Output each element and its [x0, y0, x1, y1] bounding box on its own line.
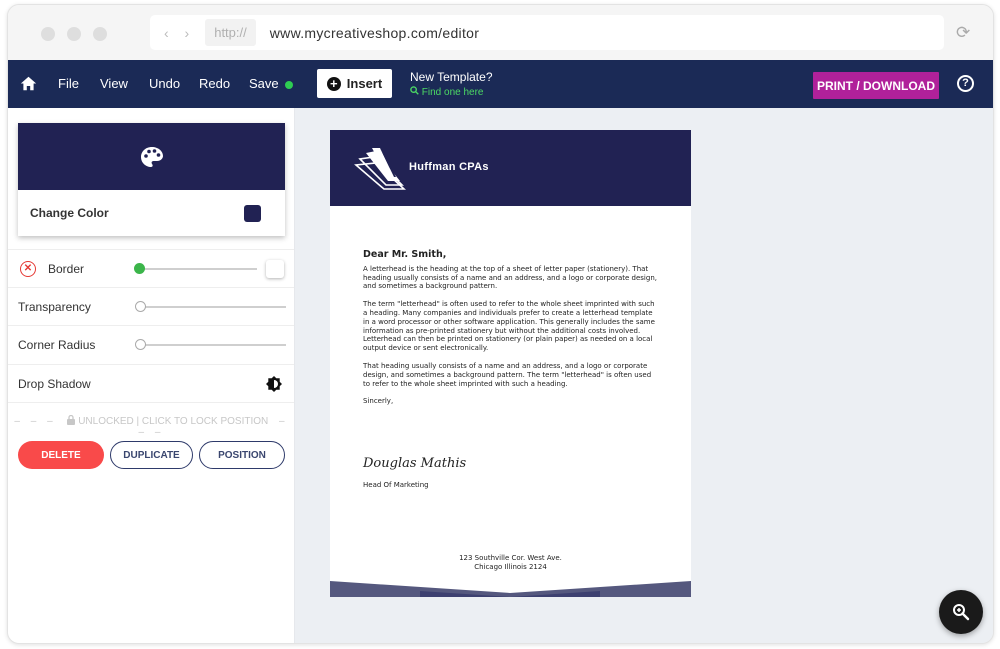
border-slider[interactable]	[139, 268, 257, 270]
url-protocol: http://	[205, 19, 256, 46]
browser-window: ‹ › http:// www.mycreativeshop.com/edito…	[7, 4, 994, 644]
menu-file[interactable]: File	[58, 76, 79, 91]
corner-radius-slider-handle[interactable]	[135, 339, 146, 350]
new-template-prompt: New Template? Find one here	[410, 70, 493, 98]
letter-paragraph[interactable]: That heading usually consists of a name …	[363, 362, 659, 388]
current-color-swatch[interactable]	[244, 204, 261, 222]
change-color-card[interactable]: Change Color	[18, 123, 285, 236]
drop-shadow-toggle-icon[interactable]	[266, 376, 282, 392]
menu-view[interactable]: View	[100, 76, 128, 91]
transparency-row: Transparency	[8, 287, 294, 325]
address-line-2: Chicago Illinois 2124	[474, 563, 547, 571]
divider	[8, 402, 294, 403]
border-slider-handle[interactable]	[134, 263, 145, 274]
window-maximize-dot[interactable]	[93, 27, 107, 41]
border-color-swatch[interactable]	[266, 260, 284, 278]
menu-undo[interactable]: Undo	[149, 76, 180, 91]
change-color-label: Change Color	[30, 206, 109, 220]
corner-radius-row: Corner Radius	[8, 325, 294, 363]
help-icon[interactable]: ?	[957, 75, 974, 92]
zoom-in-icon	[953, 604, 970, 621]
signature[interactable]: Douglas Mathis	[363, 456, 466, 471]
editor-toolbar: File View Undo Redo Save + Insert New Te…	[8, 60, 993, 108]
letterhead-footer-band[interactable]	[330, 581, 691, 597]
drop-shadow-label: Drop Shadow	[18, 376, 91, 391]
print-download-button[interactable]: PRINT / DOWNLOAD	[813, 72, 939, 99]
menu-redo[interactable]: Redo	[199, 76, 230, 91]
corner-radius-slider[interactable]	[140, 344, 286, 346]
back-forward-icon[interactable]: ‹ ›	[164, 25, 195, 41]
company-logo-icon[interactable]	[354, 147, 406, 191]
transparency-label: Transparency	[18, 299, 91, 314]
palette-icon	[140, 146, 163, 167]
url-text[interactable]: www.mycreativeshop.com/editor	[270, 25, 479, 41]
find-template-link[interactable]: Find one here	[410, 86, 493, 98]
change-color-row[interactable]: Change Color	[18, 190, 285, 236]
company-address[interactable]: 123 Southville Cor. West Ave. Chicago Il…	[330, 554, 691, 572]
menu-save[interactable]: Save	[249, 76, 293, 91]
border-row: ✕ Border	[8, 249, 294, 287]
transparency-slider-handle[interactable]	[135, 301, 146, 312]
letter-greeting[interactable]: Dear Mr. Smith,	[363, 250, 659, 260]
address-line-1: 123 Southville Cor. West Ave.	[459, 554, 562, 562]
corner-radius-label: Corner Radius	[18, 337, 96, 352]
letterhead-header[interactable]: Huffman CPAs	[330, 130, 691, 206]
zoom-button[interactable]	[939, 590, 983, 634]
duplicate-button[interactable]: DUPLICATE	[110, 441, 193, 469]
editor-canvas: Huffman CPAs Dear Mr. Smith, A letterhea…	[295, 108, 993, 643]
letter-paragraph[interactable]: A letterhead is the heading at the top o…	[363, 265, 659, 291]
address-bar[interactable]: ‹ › http:// www.mycreativeshop.com/edito…	[150, 15, 944, 50]
color-preview[interactable]	[18, 123, 285, 190]
home-icon[interactable]	[20, 75, 37, 92]
action-buttons: DELETE DUPLICATE POSITION	[18, 441, 285, 469]
letterhead-page[interactable]: Huffman CPAs Dear Mr. Smith, A letterhea…	[330, 130, 691, 597]
letter-body[interactable]: Dear Mr. Smith, A letterhead is the head…	[363, 250, 659, 406]
letter-paragraph[interactable]: The term "letterhead" is often used to r…	[363, 300, 659, 353]
border-label: Border	[48, 261, 85, 276]
search-icon	[410, 86, 419, 95]
lock-icon	[67, 414, 76, 425]
insert-button[interactable]: + Insert	[317, 69, 392, 98]
new-template-title: New Template?	[410, 70, 493, 84]
lock-position-toggle[interactable]: – – – UNLOCKED | CLICK TO LOCK POSITION …	[8, 414, 295, 438]
plus-circle-icon: +	[326, 76, 341, 91]
signer-title[interactable]: Head Of Marketing	[363, 481, 429, 489]
browser-chrome: ‹ › http:// www.mycreativeshop.com/edito…	[8, 5, 993, 60]
window-minimize-dot[interactable]	[67, 27, 81, 41]
find-template-label: Find one here	[421, 87, 484, 98]
delete-button[interactable]: DELETE	[18, 441, 104, 469]
properties-sidebar: Change Color ✕ Border Transparency Corne…	[8, 108, 295, 643]
save-status-indicator	[284, 80, 293, 89]
dashes-left: – – –	[14, 416, 57, 427]
lock-status-text: UNLOCKED | CLICK TO LOCK POSITION	[78, 416, 269, 427]
save-label: Save	[249, 76, 279, 91]
reload-icon[interactable]: ⟳	[956, 23, 970, 43]
remove-border-icon[interactable]: ✕	[20, 260, 36, 277]
insert-label: Insert	[346, 76, 383, 91]
position-button[interactable]: POSITION	[199, 441, 285, 469]
window-controls	[41, 27, 107, 41]
letter-closing[interactable]: Sincerly,	[363, 397, 659, 406]
drop-shadow-row: Drop Shadow	[8, 364, 294, 402]
window-close-dot[interactable]	[41, 27, 55, 41]
transparency-slider[interactable]	[140, 306, 286, 308]
company-name[interactable]: Huffman CPAs	[409, 161, 489, 173]
